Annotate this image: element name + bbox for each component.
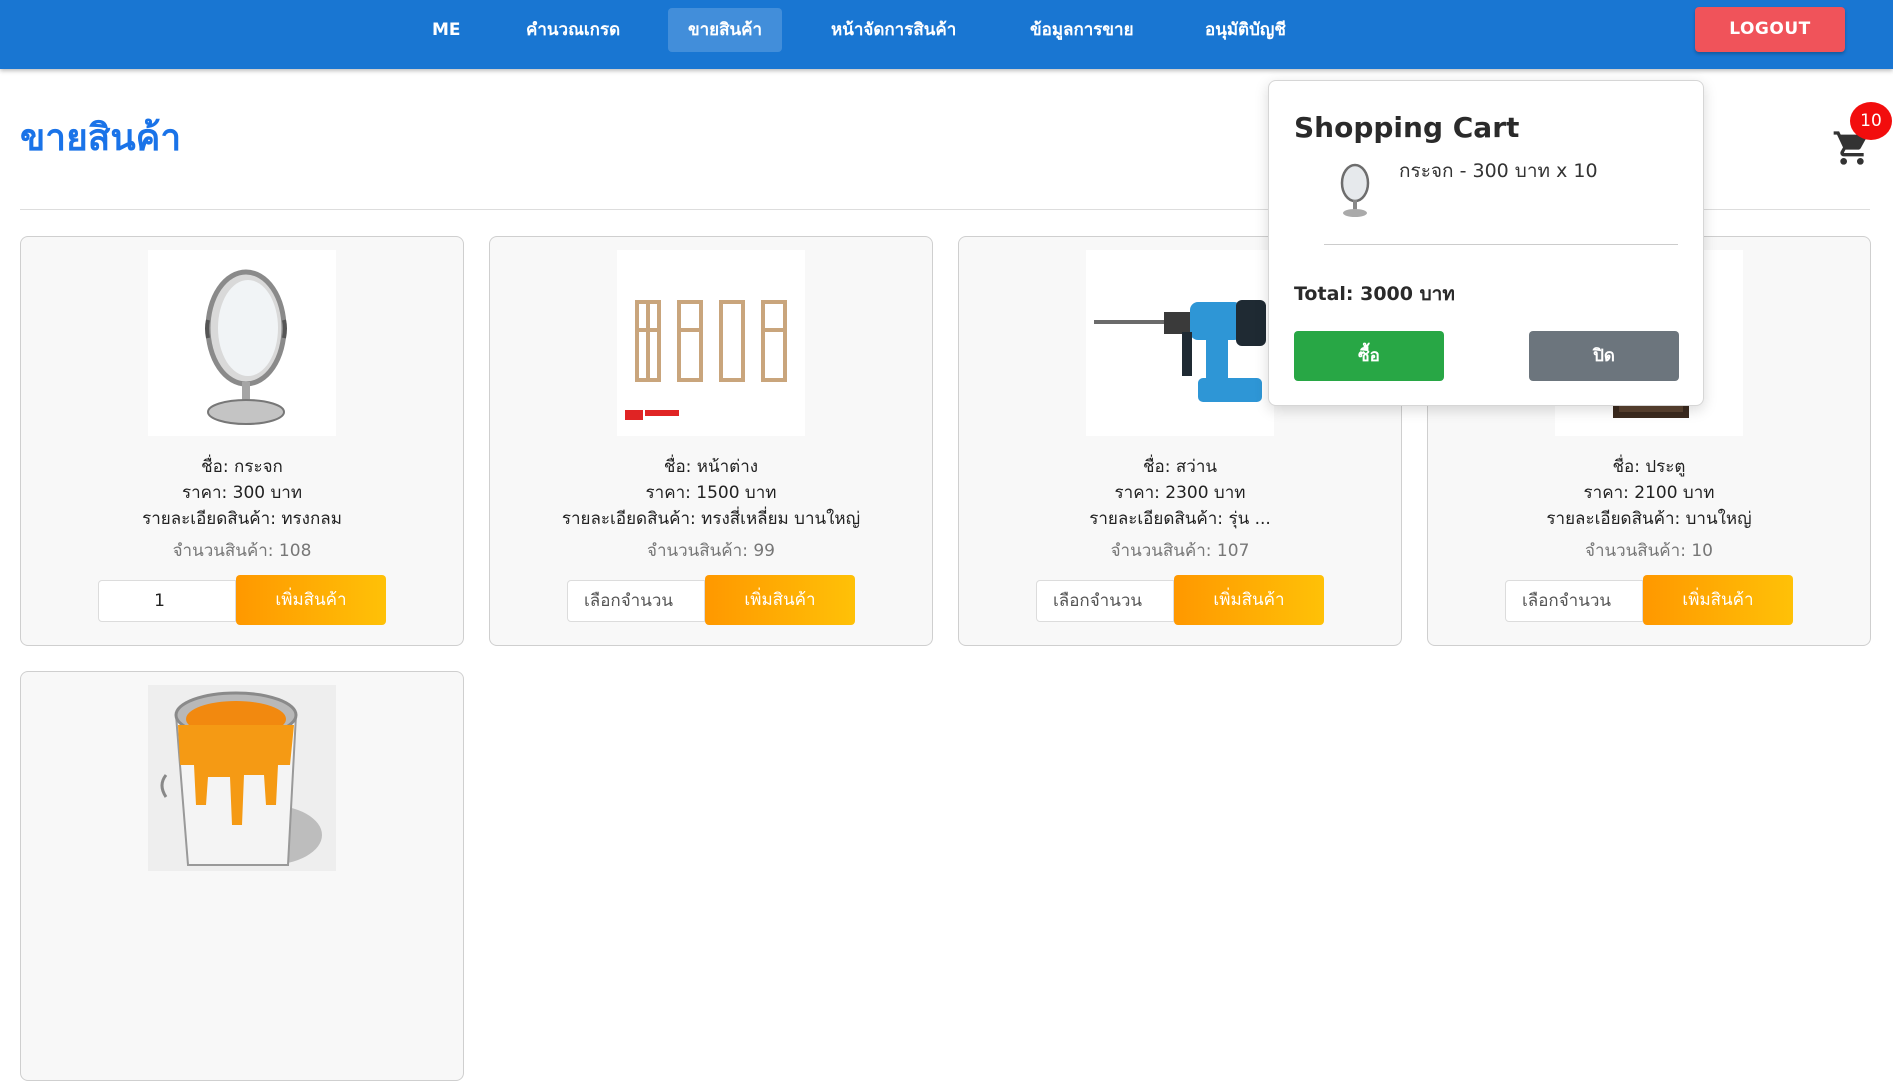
quantity-input[interactable]	[1505, 580, 1643, 622]
cart-count-badge: 10	[1850, 102, 1892, 140]
page-title: ขายสินค้า	[20, 116, 182, 159]
add-to-cart-button[interactable]: เพิ่มสินค้า	[1643, 575, 1793, 625]
cart-item: กระจก - 300 บาท x 10	[1399, 160, 1598, 182]
hammer-drill-icon	[1086, 250, 1274, 436]
nav-item-grade-calculator[interactable]: คำนวณเกรด	[506, 8, 640, 52]
cart-total: Total: 3000 บาท	[1294, 283, 1455, 305]
product-detail: รายละเอียดสินค้า: รุ่น ...	[1089, 509, 1271, 529]
nav-item-sales-data[interactable]: ข้อมูลการขาย	[1010, 8, 1154, 52]
cart-title: Shopping Cart	[1294, 111, 1520, 144]
nav-item-approve-accounts[interactable]: อนุมัติบัญชี	[1185, 8, 1306, 52]
product-price: ราคา: 1500 บาท	[645, 483, 777, 503]
product-stock: จำนวนสินค้า: 108	[172, 541, 312, 561]
nav-item-sell-products[interactable]: ขายสินค้า	[668, 8, 783, 52]
product-card	[20, 671, 464, 1081]
quantity-input[interactable]	[1036, 580, 1174, 622]
product-name: ชื่อ: ประตู	[1612, 457, 1686, 477]
add-to-cart-button[interactable]: เพิ่มสินค้า	[236, 575, 386, 625]
add-to-cart-button[interactable]: เพิ่มสินค้า	[1174, 575, 1324, 625]
cart-divider	[1324, 244, 1678, 245]
product-card: ชื่อ: กระจก ราคา: 300 บาท รายละเอียดสินค…	[20, 236, 464, 646]
product-detail: รายละเอียดสินค้า: บานใหญ่	[1546, 509, 1752, 529]
product-card: ชื่อ: หน้าต่าง ราคา: 1500 บาท รายละเอียด…	[489, 236, 933, 646]
product-stock: จำนวนสินค้า: 99	[647, 541, 775, 561]
product-price: ราคา: 2300 บาท	[1114, 483, 1246, 503]
shopping-cart-popup: Shopping Cart กระจก - 300 บาท x 10 Total…	[1268, 80, 1704, 406]
mirror-icon	[1335, 163, 1375, 219]
logout-button[interactable]: LOGOUT	[1695, 7, 1845, 52]
paint-bucket-icon	[148, 685, 336, 871]
quantity-input[interactable]	[98, 580, 236, 622]
nav-item-product-management[interactable]: หน้าจัดการสินค้า	[811, 8, 976, 52]
buy-button[interactable]: ซื้อ	[1294, 331, 1444, 381]
product-name: ชื่อ: หน้าต่าง	[663, 457, 759, 477]
nav-item-me[interactable]: ME	[412, 8, 481, 52]
quantity-input[interactable]	[567, 580, 705, 622]
close-cart-button[interactable]: ปิด	[1529, 331, 1679, 381]
product-price: ราคา: 2100 บาท	[1583, 483, 1715, 503]
product-stock: จำนวนสินค้า: 107	[1110, 541, 1250, 561]
product-detail: รายละเอียดสินค้า: ทรงสี่เหลี่ยม บานใหญ่	[561, 509, 861, 529]
product-stock: จำนวนสินค้า: 10	[1585, 541, 1713, 561]
mirror-icon	[148, 250, 336, 436]
product-name: ชื่อ: กระจก	[201, 457, 283, 477]
product-detail: รายละเอียดสินค้า: ทรงกลม	[142, 509, 342, 529]
add-to-cart-button[interactable]: เพิ่มสินค้า	[705, 575, 855, 625]
window-frames-icon	[617, 250, 805, 436]
product-price: ราคา: 300 บาท	[181, 483, 303, 503]
product-name: ชื่อ: สว่าน	[1143, 457, 1217, 477]
top-navbar: ME คำนวณเกรด ขายสินค้า หน้าจัดการสินค้า …	[0, 0, 1893, 69]
